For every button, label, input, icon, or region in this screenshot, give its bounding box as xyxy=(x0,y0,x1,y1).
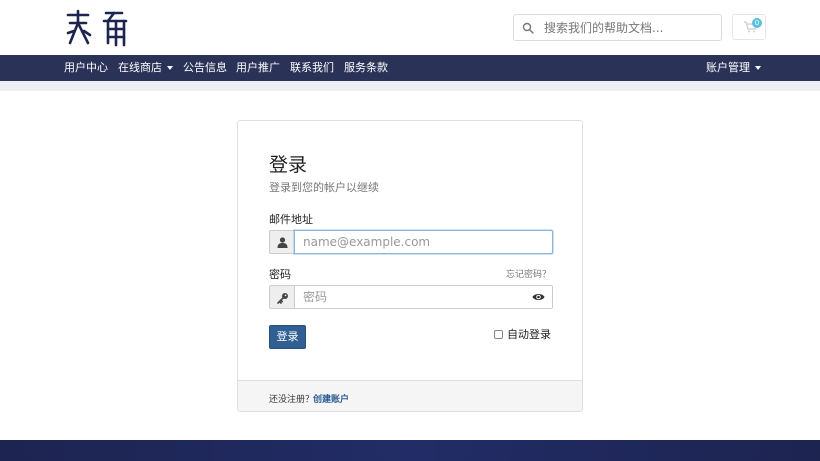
nav-item-account[interactable]: 账户管理 xyxy=(706,55,761,81)
search-icon xyxy=(522,22,534,34)
email-label: 邮件地址 xyxy=(269,213,313,226)
show-password-icon[interactable] xyxy=(532,292,545,302)
nav-item-announcements[interactable]: 公告信息 xyxy=(183,55,227,81)
page-subtitle: 登录到您的帐户以继续 xyxy=(269,181,379,194)
site-logo[interactable] xyxy=(64,9,130,47)
nav-item-label: 在线商店 xyxy=(118,61,162,74)
nav-item-user-center[interactable]: 用户中心 xyxy=(64,55,108,81)
email-addon xyxy=(269,230,295,254)
page-title: 登录 xyxy=(269,154,308,176)
email-field[interactable] xyxy=(294,230,553,254)
forgot-password-link[interactable]: 忘记密码？ xyxy=(506,267,551,280)
cart-button[interactable]: 0 xyxy=(732,14,766,40)
nav-item-label: 账户管理 xyxy=(706,61,750,74)
remember-me-label: 自动登录 xyxy=(507,328,551,341)
email-input-group xyxy=(269,230,553,254)
main-nav: 用户中心 在线商店 公告信息 用户推广 联系我们 服务条款 账户管理 xyxy=(0,55,820,81)
header: 0 xyxy=(0,0,820,55)
remember-me-checkbox[interactable] xyxy=(494,330,503,339)
page-footer xyxy=(0,440,820,461)
login-card: 登录 登录到您的帐户以继续 邮件地址 密码 忘记密码？ 登录 自动登 xyxy=(237,120,583,412)
nav-item-terms[interactable]: 服务条款 xyxy=(344,55,388,81)
nav-item-affiliate[interactable]: 用户推广 xyxy=(236,55,280,81)
login-button[interactable]: 登录 xyxy=(269,325,306,349)
card-footer: 还没注册？ 创建账户 xyxy=(238,380,582,411)
password-input-group xyxy=(269,285,553,309)
caret-down-icon xyxy=(167,66,173,70)
caret-down-icon xyxy=(755,66,761,70)
create-account-link[interactable]: 创建账户 xyxy=(313,392,349,405)
register-prompt: 还没注册？ xyxy=(269,395,315,405)
search-box[interactable] xyxy=(513,14,722,41)
remember-me[interactable]: 自动登录 xyxy=(494,326,551,342)
breadcrumb-bar xyxy=(0,81,820,91)
key-icon xyxy=(277,293,288,304)
nav-item-online-store[interactable]: 在线商店 xyxy=(118,55,173,81)
password-label: 密码 xyxy=(269,268,291,281)
cart-count-badge: 0 xyxy=(752,18,762,28)
search-input[interactable] xyxy=(544,16,719,39)
password-field[interactable] xyxy=(294,285,553,309)
password-addon xyxy=(269,285,295,309)
user-icon xyxy=(277,237,288,248)
nav-item-contact[interactable]: 联系我们 xyxy=(290,55,334,81)
